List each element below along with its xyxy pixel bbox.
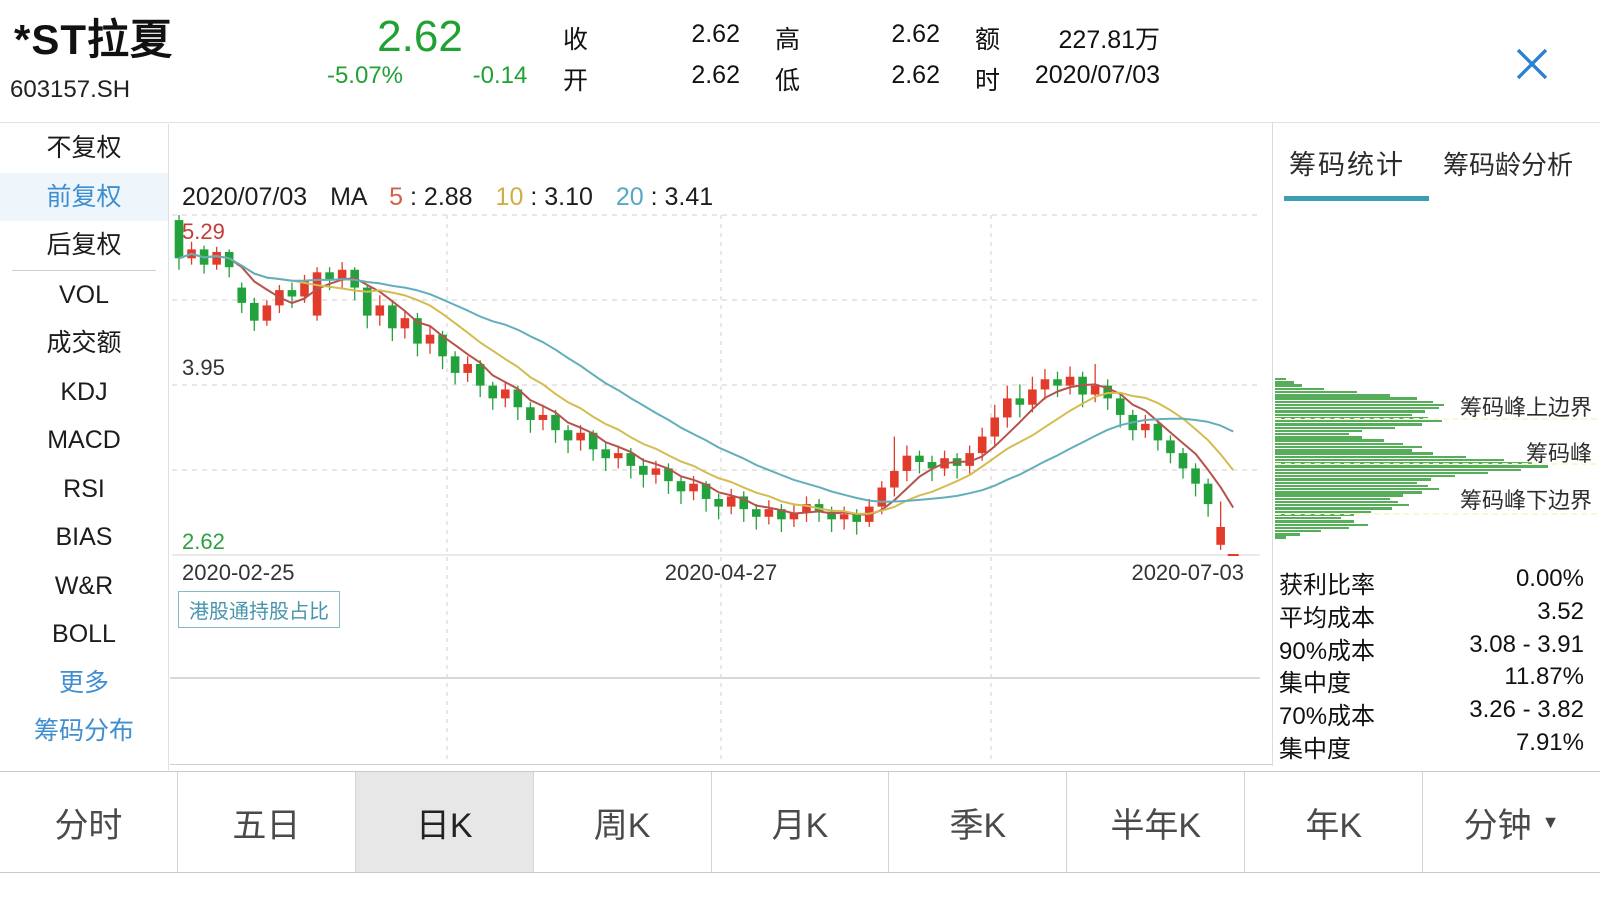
- x-axis-label-end: 2020-07-03: [1131, 560, 1244, 586]
- close-icon[interactable]: [1510, 42, 1554, 86]
- sidebar-item-kdj[interactable]: KDJ: [0, 368, 168, 417]
- tab-yearly-k[interactable]: 年K: [1245, 772, 1423, 872]
- concentration70-label: 集中度: [1279, 729, 1351, 764]
- tab-five-day[interactable]: 五日: [178, 772, 356, 872]
- stock-chart-screen: *ST拉夏 603157.SH 2.62 -5.07% -0.14 收 2.62…: [0, 0, 1600, 900]
- tab-chip-statistics[interactable]: 筹码统计: [1289, 143, 1405, 182]
- sidebar-item-no-adjust[interactable]: 不复权: [0, 124, 168, 173]
- high-value: 2.62: [840, 20, 940, 49]
- candlestick-chart[interactable]: [170, 123, 1272, 766]
- tab-chip-age-analysis[interactable]: 筹码龄分析: [1443, 145, 1573, 182]
- stat-row: 平均成本 3.52: [1273, 598, 1600, 631]
- sidebar-item-turnover[interactable]: 成交额: [0, 319, 168, 368]
- cost90-label: 90%成本: [1279, 631, 1375, 666]
- ma-info-line: 2020/07/03 MA 5 : 2.88 10 : 3.10 20 : 3.…: [182, 183, 713, 212]
- low-label: 低: [775, 61, 800, 97]
- stat-row: 70%成本 3.26 - 3.82: [1273, 696, 1600, 729]
- quote-header: *ST拉夏 603157.SH 2.62 -5.07% -0.14 收 2.62…: [0, 0, 1600, 123]
- close-label: 收: [563, 20, 588, 56]
- tab-weekly-k[interactable]: 周K: [534, 772, 712, 872]
- concentration90-value: 11.87%: [1504, 663, 1584, 691]
- ma10-period: 10: [496, 183, 524, 211]
- cost70-value: 3.26 - 3.82: [1469, 696, 1584, 724]
- sidebar-item-bias[interactable]: BIAS: [0, 513, 168, 562]
- crosshair-date: 2020/07/03: [182, 183, 307, 211]
- tab-minute[interactable]: 分钟 ▼: [1423, 772, 1600, 872]
- stock-code: 603157.SH: [10, 76, 130, 104]
- x-axis-label-start: 2020-02-25: [182, 560, 295, 586]
- main-chart-area: 2020/07/03 MA 5 : 2.88 10 : 3.10 20 : 3.…: [170, 123, 1272, 766]
- concentration90-label: 集中度: [1279, 663, 1351, 698]
- y-axis-label-high: 5.29: [182, 219, 225, 245]
- sidebar-item-chip-distribution[interactable]: 筹码分布: [0, 707, 168, 756]
- y-axis-label-mid: 3.95: [182, 355, 225, 381]
- chip-peak-upper-label: 筹码峰上边界: [1460, 390, 1592, 422]
- tab-intraday[interactable]: 分时: [0, 772, 178, 872]
- change-absolute: -0.14: [455, 62, 545, 90]
- ma20-value: 3.41: [665, 183, 714, 211]
- sidebar-item-macd[interactable]: MACD: [0, 416, 168, 465]
- x-axis-label-mid: 2020-04-27: [665, 560, 778, 586]
- tab-monthly-k[interactable]: 月K: [712, 772, 890, 872]
- ma10-value: 3.10: [544, 183, 593, 211]
- cost90-value: 3.08 - 3.91: [1469, 631, 1584, 659]
- sidebar-item-rsi[interactable]: RSI: [0, 465, 168, 514]
- period-tab-bar: 分时 五日 日K 周K 月K 季K 半年K 年K 分钟 ▼: [0, 771, 1600, 873]
- change-percent: -5.07%: [310, 62, 420, 90]
- chip-peak-label: 筹码峰: [1526, 436, 1592, 468]
- profit-ratio-value: 0.00%: [1516, 565, 1584, 593]
- active-tab-underline: [1284, 196, 1429, 201]
- tab-quarterly-k[interactable]: 季K: [889, 772, 1067, 872]
- tab-half-year-k[interactable]: 半年K: [1067, 772, 1245, 872]
- chevron-down-icon: ▼: [1542, 812, 1560, 833]
- concentration70-value: 7.91%: [1516, 729, 1584, 757]
- hk-connect-holdings-button[interactable]: 港股通持股占比: [178, 591, 340, 628]
- ma5-value: 2.88: [424, 183, 473, 211]
- time-label: 时: [975, 61, 1000, 97]
- time-value: 2020/07/03: [1012, 61, 1160, 90]
- ma20-period: 20: [616, 183, 644, 211]
- avg-cost-label: 平均成本: [1279, 598, 1375, 633]
- sidebar-item-boll[interactable]: BOLL: [0, 610, 168, 659]
- ma5-period: 5: [389, 183, 403, 211]
- last-price: 2.62: [330, 12, 510, 62]
- high-label: 高: [775, 20, 800, 56]
- open-value: 2.62: [640, 61, 740, 90]
- close-value: 2.62: [640, 20, 740, 49]
- profit-ratio-label: 获利比率: [1279, 565, 1375, 600]
- chip-peak-lower-label: 筹码峰下边界: [1460, 483, 1592, 515]
- indicator-sidebar: 不复权 前复权 后复权 VOL 成交额 KDJ MACD RSI BIAS W&…: [0, 124, 169, 770]
- stock-name: *ST拉夏: [14, 6, 173, 67]
- ma-title: MA: [330, 183, 366, 211]
- sidebar-item-vol[interactable]: VOL: [0, 271, 168, 320]
- sidebar-item-forward-adjust[interactable]: 前复权: [0, 173, 168, 222]
- open-label: 开: [563, 61, 588, 97]
- avg-cost-value: 3.52: [1537, 598, 1584, 626]
- cost70-label: 70%成本: [1279, 696, 1375, 731]
- stat-row: 获利比率 0.00%: [1273, 565, 1600, 598]
- tab-daily-k[interactable]: 日K: [356, 772, 534, 872]
- stat-row: 集中度 11.87%: [1273, 663, 1600, 696]
- sidebar-item-more[interactable]: 更多: [0, 659, 168, 708]
- amount-label: 额: [975, 20, 1000, 56]
- y-axis-label-low: 2.62: [182, 529, 225, 555]
- sidebar-item-wr[interactable]: W&R: [0, 562, 168, 611]
- low-value: 2.62: [840, 61, 940, 90]
- stat-row: 90%成本 3.08 - 3.91: [1273, 631, 1600, 664]
- amount-value: 227.81万: [1020, 20, 1160, 56]
- sidebar-item-backward-adjust[interactable]: 后复权: [0, 221, 168, 270]
- chip-panel: 筹码统计 筹码龄分析 筹码峰上边界 筹码峰 筹码峰下边界 获利比率 0.00% …: [1272, 123, 1600, 766]
- stat-row: 集中度 7.91%: [1273, 729, 1600, 762]
